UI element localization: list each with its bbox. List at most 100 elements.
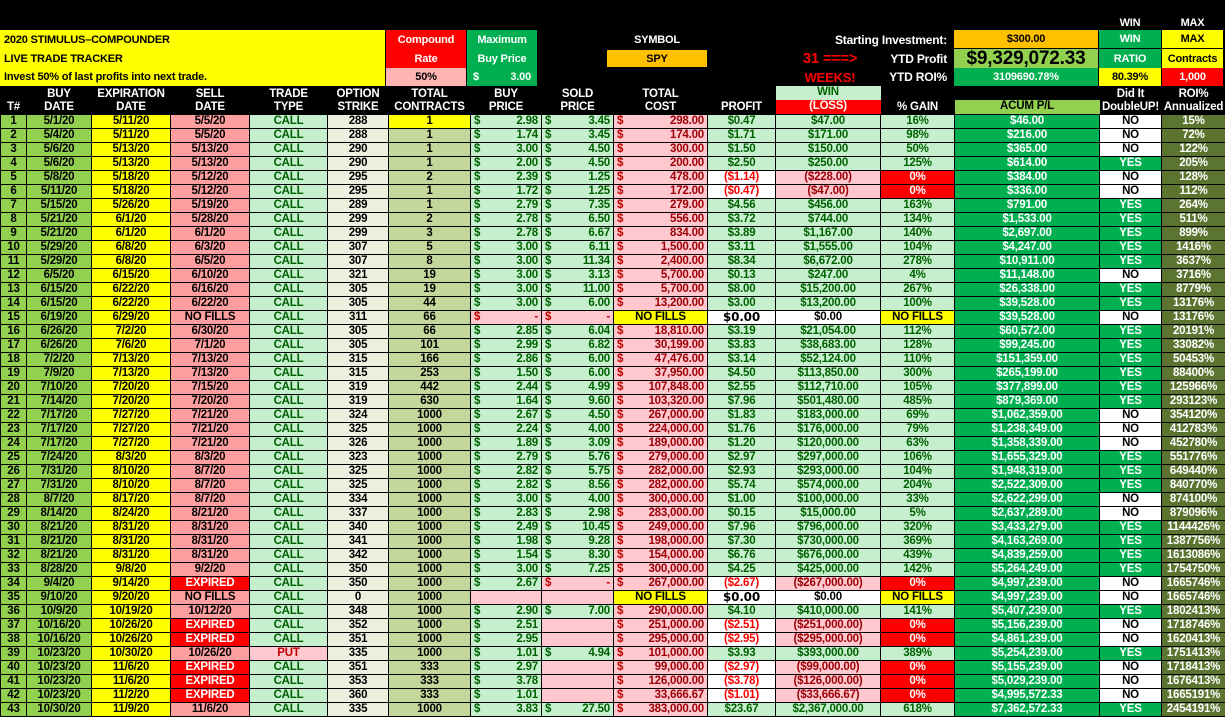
trade-type-cell[interactable]: CALL [249,310,328,325]
buy-price-cell[interactable]: $2.79 [470,198,542,213]
expiration-date-cell[interactable]: 7/27/20 [91,422,171,437]
acum-pl-cell[interactable]: $1,062,359.00 [954,408,1100,423]
acum-pl-cell[interactable]: $5,407,239.00 [954,604,1100,619]
buy-price-cell[interactable]: $2.67 [470,408,542,423]
col-total-cost[interactable]: TOTAL COST [613,86,708,115]
trade-type-cell[interactable]: CALL [249,142,328,157]
roi-annualized-cell[interactable]: 1665746% [1161,590,1225,605]
trade-number-cell[interactable]: 14 [0,296,27,311]
did-it-double-up-cell[interactable]: YES [1099,198,1162,213]
percent-gain-cell[interactable]: 134% [880,212,955,227]
did-it-double-up-cell[interactable]: YES [1099,562,1162,577]
percent-gain-cell[interactable]: 125% [880,156,955,171]
profit-cell[interactable]: $2.50 [707,156,776,171]
sold-price-cell[interactable]: $6.11 [541,240,614,255]
total-cost-cell[interactable]: $5,700.00 [613,268,708,283]
roi-annualized-cell[interactable]: 128% [1161,170,1225,185]
option-strike-cell[interactable]: 311 [327,310,389,325]
trade-type-cell[interactable]: CALL [249,450,328,465]
total-cost-cell[interactable]: $300,000.00 [613,562,708,577]
sell-date-cell[interactable]: EXPIRED [170,632,250,647]
expiration-date-cell[interactable]: 7/27/20 [91,436,171,451]
sold-price-cell[interactable]: $4.99 [541,380,614,395]
total-contracts-cell[interactable]: 253 [388,366,471,381]
expiration-date-cell[interactable]: 9/14/20 [91,576,171,591]
sold-price-cell[interactable]: $11.00 [541,282,614,297]
did-it-double-up-cell[interactable]: YES [1099,296,1162,311]
trade-number-cell[interactable]: 42 [0,688,27,703]
trade-number-cell[interactable]: 28 [0,492,27,507]
sell-date-cell[interactable]: 5/28/20 [170,212,250,227]
total-contracts-cell[interactable]: 630 [388,394,471,409]
total-cost-cell[interactable]: $172.00 [613,184,708,199]
trade-type-cell[interactable]: CALL [249,520,328,535]
option-strike-cell[interactable]: 299 [327,212,389,227]
win-loss-cell[interactable]: ($47.00) [775,184,881,199]
acum-pl-cell[interactable]: $4,997,239.00 [954,576,1100,591]
col-option-strike[interactable]: OPTION STRIKE [327,86,389,115]
col-percent-gain[interactable]: % GAIN [880,86,955,115]
trade-number-cell[interactable]: 26 [0,464,27,479]
win-loss-cell[interactable]: $744.00 [775,212,881,227]
did-it-double-up-cell[interactable]: YES [1099,478,1162,493]
total-cost-cell[interactable]: $282,000.00 [613,464,708,479]
total-cost-cell[interactable]: $2,400.00 [613,254,708,269]
option-strike-cell[interactable]: 340 [327,520,389,535]
buy-price-cell[interactable]: $3.00 [470,492,542,507]
win-loss-cell[interactable]: $150.00 [775,142,881,157]
sell-date-cell[interactable]: 5/13/20 [170,142,250,157]
trade-type-cell[interactable]: CALL [249,618,328,633]
did-it-double-up-cell[interactable]: NO [1099,170,1162,185]
percent-gain-cell[interactable]: 105% [880,380,955,395]
buy-date-cell[interactable]: 5/4/20 [26,128,92,143]
roi-annualized-cell[interactable]: 205% [1161,156,1225,171]
total-contracts-cell[interactable]: 166 [388,352,471,367]
percent-gain-cell[interactable]: 141% [880,604,955,619]
sell-date-cell[interactable]: 8/7/20 [170,492,250,507]
percent-gain-cell[interactable]: 0% [880,688,955,703]
buy-date-cell[interactable]: 8/21/20 [26,534,92,549]
total-cost-cell[interactable]: $279.00 [613,198,708,213]
expiration-date-cell[interactable]: 6/29/20 [91,310,171,325]
sell-date-cell[interactable]: EXPIRED [170,618,250,633]
sold-price-cell[interactable]: $5.76 [541,450,614,465]
sell-date-cell[interactable]: 8/7/20 [170,464,250,479]
trade-type-cell[interactable]: CALL [249,408,328,423]
did-it-double-up-cell[interactable]: NO [1099,310,1162,325]
trade-number-cell[interactable]: 12 [0,268,27,283]
buy-date-cell[interactable]: 5/21/20 [26,226,92,241]
roi-annualized-cell[interactable]: 72% [1161,128,1225,143]
buy-price-cell[interactable]: $2.86 [470,352,542,367]
expiration-date-cell[interactable]: 6/1/20 [91,212,171,227]
win-loss-cell[interactable]: $21,054.00 [775,324,881,339]
acum-pl-cell[interactable]: $1,238,349.00 [954,422,1100,437]
option-strike-cell[interactable]: 315 [327,352,389,367]
total-contracts-cell[interactable]: 1 [388,156,471,171]
option-strike-cell[interactable]: 325 [327,422,389,437]
roi-annualized-cell[interactable]: 649440% [1161,464,1225,479]
buy-price-cell[interactable]: $2.51 [470,618,542,633]
total-contracts-cell[interactable]: 2 [388,212,471,227]
expiration-date-cell[interactable]: 5/13/20 [91,142,171,157]
roi-annualized-cell[interactable]: 88400% [1161,366,1225,381]
sold-price-cell[interactable]: $8.30 [541,548,614,563]
win-loss-cell[interactable]: $730,000.00 [775,534,881,549]
total-cost-cell[interactable]: $283,000.00 [613,506,708,521]
roi-annualized-cell[interactable]: 125966% [1161,380,1225,395]
profit-cell[interactable]: $2.93 [707,464,776,479]
percent-gain-cell[interactable]: 267% [880,282,955,297]
roi-annualized-cell[interactable]: 3637% [1161,254,1225,269]
option-strike-cell[interactable]: 319 [327,380,389,395]
trade-type-cell[interactable]: CALL [249,702,328,717]
sold-price-cell[interactable] [541,688,614,703]
total-contracts-cell[interactable]: 1000 [388,646,471,661]
did-it-double-up-cell[interactable]: YES [1099,156,1162,171]
sold-price-cell[interactable]: $6.00 [541,296,614,311]
sell-date-cell[interactable]: 6/16/20 [170,282,250,297]
buy-date-cell[interactable]: 10/16/20 [26,618,92,633]
win-loss-cell[interactable]: $250.00 [775,156,881,171]
trade-type-cell[interactable]: CALL [249,478,328,493]
total-contracts-cell[interactable]: 5 [388,240,471,255]
total-contracts-cell[interactable]: 1000 [388,562,471,577]
acum-pl-cell[interactable]: $151,359.00 [954,352,1100,367]
